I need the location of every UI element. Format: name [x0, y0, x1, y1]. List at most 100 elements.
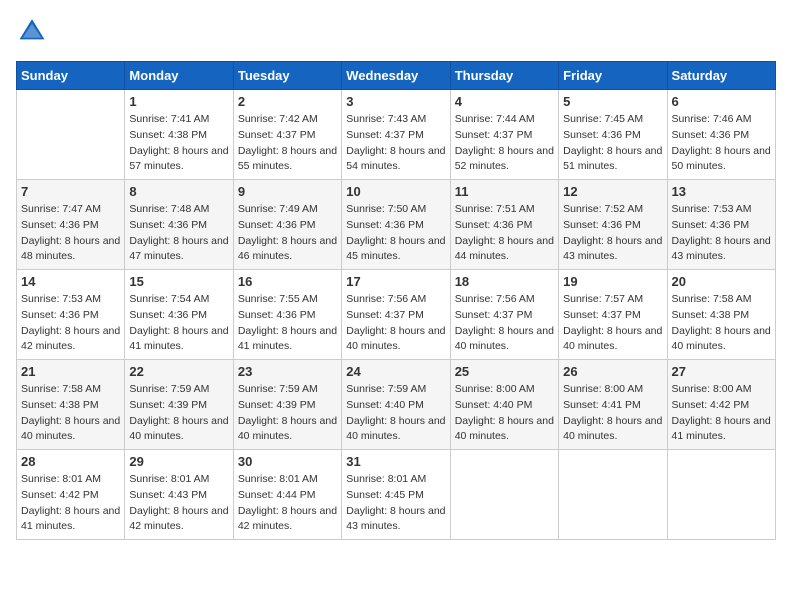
weekday-header: Saturday: [667, 62, 775, 90]
calendar-cell: 19 Sunrise: 7:57 AMSunset: 4:37 PMDaylig…: [559, 270, 667, 360]
day-info: Sunrise: 7:56 AMSunset: 4:37 PMDaylight:…: [346, 292, 445, 355]
page-header: [16, 16, 776, 49]
weekday-header: Tuesday: [233, 62, 341, 90]
calendar-cell: 26 Sunrise: 8:00 AMSunset: 4:41 PMDaylig…: [559, 360, 667, 450]
day-number: 4: [455, 94, 554, 109]
day-info: Sunrise: 7:50 AMSunset: 4:36 PMDaylight:…: [346, 202, 445, 265]
calendar-cell: 13 Sunrise: 7:53 AMSunset: 4:36 PMDaylig…: [667, 180, 775, 270]
day-number: 17: [346, 274, 445, 289]
day-info: Sunrise: 7:49 AMSunset: 4:36 PMDaylight:…: [238, 202, 337, 265]
day-info: Sunrise: 8:01 AMSunset: 4:43 PMDaylight:…: [129, 472, 228, 535]
day-number: 20: [672, 274, 771, 289]
day-info: Sunrise: 8:00 AMSunset: 4:42 PMDaylight:…: [672, 382, 771, 445]
day-info: Sunrise: 7:59 AMSunset: 4:39 PMDaylight:…: [129, 382, 228, 445]
calendar-cell: 8 Sunrise: 7:48 AMSunset: 4:36 PMDayligh…: [125, 180, 233, 270]
calendar-cell: 30 Sunrise: 8:01 AMSunset: 4:44 PMDaylig…: [233, 450, 341, 540]
calendar-table: SundayMondayTuesdayWednesdayThursdayFrid…: [16, 61, 776, 540]
day-number: 9: [238, 184, 337, 199]
weekday-header: Thursday: [450, 62, 558, 90]
day-number: 3: [346, 94, 445, 109]
day-number: 22: [129, 364, 228, 379]
day-number: 16: [238, 274, 337, 289]
calendar-cell: 2 Sunrise: 7:42 AMSunset: 4:37 PMDayligh…: [233, 90, 341, 180]
day-number: 7: [21, 184, 120, 199]
weekday-header-row: SundayMondayTuesdayWednesdayThursdayFrid…: [17, 62, 776, 90]
calendar-week-row: 14 Sunrise: 7:53 AMSunset: 4:36 PMDaylig…: [17, 270, 776, 360]
day-info: Sunrise: 7:43 AMSunset: 4:37 PMDaylight:…: [346, 112, 445, 175]
calendar-week-row: 21 Sunrise: 7:58 AMSunset: 4:38 PMDaylig…: [17, 360, 776, 450]
logo-icon: [18, 16, 46, 44]
calendar-cell: 7 Sunrise: 7:47 AMSunset: 4:36 PMDayligh…: [17, 180, 125, 270]
calendar-cell: 20 Sunrise: 7:58 AMSunset: 4:38 PMDaylig…: [667, 270, 775, 360]
day-number: 26: [563, 364, 662, 379]
day-number: 11: [455, 184, 554, 199]
calendar-cell: [667, 450, 775, 540]
day-info: Sunrise: 7:45 AMSunset: 4:36 PMDaylight:…: [563, 112, 662, 175]
day-info: Sunrise: 7:46 AMSunset: 4:36 PMDaylight:…: [672, 112, 771, 175]
day-number: 18: [455, 274, 554, 289]
day-number: 13: [672, 184, 771, 199]
calendar-cell: 18 Sunrise: 7:56 AMSunset: 4:37 PMDaylig…: [450, 270, 558, 360]
calendar-cell: 1 Sunrise: 7:41 AMSunset: 4:38 PMDayligh…: [125, 90, 233, 180]
calendar-week-row: 1 Sunrise: 7:41 AMSunset: 4:38 PMDayligh…: [17, 90, 776, 180]
day-info: Sunrise: 7:57 AMSunset: 4:37 PMDaylight:…: [563, 292, 662, 355]
day-number: 19: [563, 274, 662, 289]
calendar-cell: 12 Sunrise: 7:52 AMSunset: 4:36 PMDaylig…: [559, 180, 667, 270]
calendar-cell: 27 Sunrise: 8:00 AMSunset: 4:42 PMDaylig…: [667, 360, 775, 450]
calendar-cell: 5 Sunrise: 7:45 AMSunset: 4:36 PMDayligh…: [559, 90, 667, 180]
day-number: 30: [238, 454, 337, 469]
day-info: Sunrise: 7:59 AMSunset: 4:39 PMDaylight:…: [238, 382, 337, 445]
calendar-cell: 17 Sunrise: 7:56 AMSunset: 4:37 PMDaylig…: [342, 270, 450, 360]
day-info: Sunrise: 7:55 AMSunset: 4:36 PMDaylight:…: [238, 292, 337, 355]
day-info: Sunrise: 7:52 AMSunset: 4:36 PMDaylight:…: [563, 202, 662, 265]
day-info: Sunrise: 7:44 AMSunset: 4:37 PMDaylight:…: [455, 112, 554, 175]
calendar-cell: 31 Sunrise: 8:01 AMSunset: 4:45 PMDaylig…: [342, 450, 450, 540]
calendar-cell: [17, 90, 125, 180]
day-number: 8: [129, 184, 228, 199]
calendar-cell: 6 Sunrise: 7:46 AMSunset: 4:36 PMDayligh…: [667, 90, 775, 180]
day-number: 23: [238, 364, 337, 379]
day-info: Sunrise: 8:01 AMSunset: 4:42 PMDaylight:…: [21, 472, 120, 535]
day-info: Sunrise: 7:41 AMSunset: 4:38 PMDaylight:…: [129, 112, 228, 175]
day-info: Sunrise: 7:59 AMSunset: 4:40 PMDaylight:…: [346, 382, 445, 445]
calendar-cell: 9 Sunrise: 7:49 AMSunset: 4:36 PMDayligh…: [233, 180, 341, 270]
day-info: Sunrise: 7:58 AMSunset: 4:38 PMDaylight:…: [21, 382, 120, 445]
day-number: 6: [672, 94, 771, 109]
weekday-header: Friday: [559, 62, 667, 90]
calendar-cell: 23 Sunrise: 7:59 AMSunset: 4:39 PMDaylig…: [233, 360, 341, 450]
day-number: 28: [21, 454, 120, 469]
day-number: 14: [21, 274, 120, 289]
calendar-cell: 29 Sunrise: 8:01 AMSunset: 4:43 PMDaylig…: [125, 450, 233, 540]
day-info: Sunrise: 7:53 AMSunset: 4:36 PMDaylight:…: [21, 292, 120, 355]
day-number: 5: [563, 94, 662, 109]
calendar-cell: 25 Sunrise: 8:00 AMSunset: 4:40 PMDaylig…: [450, 360, 558, 450]
calendar-cell: 3 Sunrise: 7:43 AMSunset: 4:37 PMDayligh…: [342, 90, 450, 180]
day-info: Sunrise: 7:47 AMSunset: 4:36 PMDaylight:…: [21, 202, 120, 265]
calendar-cell: 15 Sunrise: 7:54 AMSunset: 4:36 PMDaylig…: [125, 270, 233, 360]
day-info: Sunrise: 7:58 AMSunset: 4:38 PMDaylight:…: [672, 292, 771, 355]
weekday-header: Wednesday: [342, 62, 450, 90]
day-number: 27: [672, 364, 771, 379]
weekday-header: Sunday: [17, 62, 125, 90]
calendar-cell: 16 Sunrise: 7:55 AMSunset: 4:36 PMDaylig…: [233, 270, 341, 360]
calendar-cell: 4 Sunrise: 7:44 AMSunset: 4:37 PMDayligh…: [450, 90, 558, 180]
calendar-cell: 21 Sunrise: 7:58 AMSunset: 4:38 PMDaylig…: [17, 360, 125, 450]
day-info: Sunrise: 7:56 AMSunset: 4:37 PMDaylight:…: [455, 292, 554, 355]
day-number: 21: [21, 364, 120, 379]
day-info: Sunrise: 8:00 AMSunset: 4:40 PMDaylight:…: [455, 382, 554, 445]
calendar-cell: 24 Sunrise: 7:59 AMSunset: 4:40 PMDaylig…: [342, 360, 450, 450]
day-info: Sunrise: 7:42 AMSunset: 4:37 PMDaylight:…: [238, 112, 337, 175]
day-info: Sunrise: 7:48 AMSunset: 4:36 PMDaylight:…: [129, 202, 228, 265]
day-info: Sunrise: 8:00 AMSunset: 4:41 PMDaylight:…: [563, 382, 662, 445]
day-number: 1: [129, 94, 228, 109]
calendar-week-row: 7 Sunrise: 7:47 AMSunset: 4:36 PMDayligh…: [17, 180, 776, 270]
day-number: 24: [346, 364, 445, 379]
calendar-cell: 22 Sunrise: 7:59 AMSunset: 4:39 PMDaylig…: [125, 360, 233, 450]
day-number: 12: [563, 184, 662, 199]
day-info: Sunrise: 8:01 AMSunset: 4:44 PMDaylight:…: [238, 472, 337, 535]
calendar-cell: [559, 450, 667, 540]
day-number: 31: [346, 454, 445, 469]
calendar-week-row: 28 Sunrise: 8:01 AMSunset: 4:42 PMDaylig…: [17, 450, 776, 540]
calendar-cell: 14 Sunrise: 7:53 AMSunset: 4:36 PMDaylig…: [17, 270, 125, 360]
day-number: 10: [346, 184, 445, 199]
